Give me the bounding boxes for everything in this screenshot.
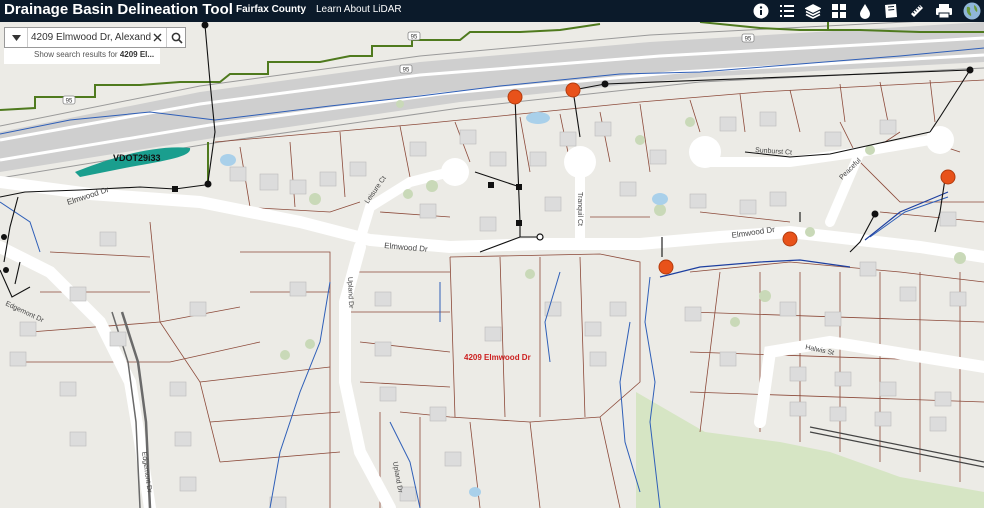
info-icon[interactable]: [749, 0, 773, 22]
search-box: [4, 27, 186, 48]
print-icon[interactable]: [932, 0, 956, 22]
measure-icon[interactable]: [905, 0, 929, 22]
search-icon: [171, 32, 183, 44]
search-suggestion[interactable]: Show search results for 4209 El...: [4, 48, 160, 64]
app-title: Drainage Basin Delineation Tool: [4, 1, 233, 18]
svg-text:95: 95: [66, 99, 73, 105]
caret-down-icon: [11, 34, 21, 41]
globe-icon[interactable]: [960, 0, 984, 22]
basemap-grid-icon[interactable]: [827, 0, 851, 22]
label-tranquil-ct: Tranquil Ct: [576, 192, 583, 226]
search-source-dropdown[interactable]: [5, 28, 28, 47]
close-icon: [153, 33, 161, 42]
svg-text:95: 95: [411, 35, 418, 41]
legend-book-icon[interactable]: [879, 0, 903, 22]
nav-learn-about-lidar[interactable]: Learn About LiDAR: [316, 4, 402, 15]
layers-icon[interactable]: [801, 0, 825, 22]
drop-icon[interactable]: [853, 0, 877, 22]
search-button[interactable]: [166, 28, 187, 47]
search-suggestion-prefix: Show search results for: [34, 50, 120, 59]
label-upland-dr-north: Upland Dr: [346, 277, 354, 309]
map-view[interactable]: 95 95 95 95 Elmwood Dr Elmwood Dr Elmwoo…: [0, 22, 984, 508]
label-address: 4209 Elmwood Dr: [464, 353, 531, 362]
search-input[interactable]: [29, 29, 153, 46]
list-icon[interactable]: [775, 0, 799, 22]
svg-text:95: 95: [403, 68, 410, 74]
app-header: Drainage Basin Delineation Tool Fairfax …: [0, 0, 984, 22]
svg-text:95: 95: [745, 37, 752, 43]
clear-search-button[interactable]: [149, 28, 165, 47]
nav-fairfax-county[interactable]: Fairfax County: [236, 4, 306, 15]
search-suggestion-term: 4209 El...: [119, 50, 155, 59]
label-vdot: VDOT29i33: [113, 153, 161, 163]
